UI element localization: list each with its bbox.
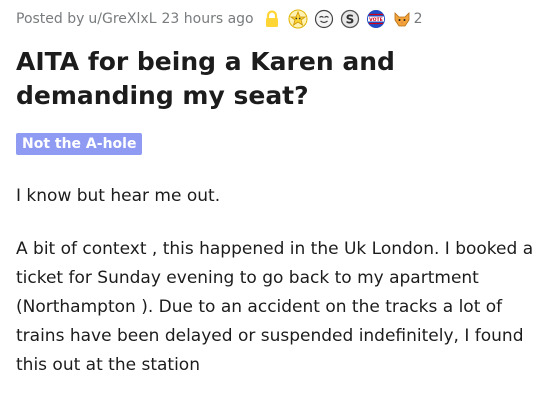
post-timestamp[interactable]: 23 hours ago [162, 11, 254, 27]
post-paragraph: I know but hear me out. [16, 186, 221, 206]
award-count: 2 [413, 11, 423, 27]
svg-text:S: S [345, 13, 354, 27]
post-flair[interactable]: Not the A-hole [16, 133, 143, 155]
cat-award-icon[interactable] [392, 9, 412, 29]
post-paragraph: A bit of context , this happened in the … [16, 239, 534, 375]
awards-row[interactable]: S VOTE 2 [262, 9, 423, 29]
post-meta: Posted by u/GreXlxL 23 hours ago S VOTE … [16, 8, 423, 30]
post-body: I know but hear me out. A bit of context… [16, 182, 546, 404]
helpful-award-icon[interactable] [288, 9, 308, 29]
svg-text:VOTE: VOTE [369, 17, 383, 23]
lock-icon [262, 9, 282, 29]
silver-award-icon[interactable]: S [340, 9, 360, 29]
post-title[interactable]: AITA for being a Karen and demanding my … [16, 45, 546, 113]
posted-by-label: Posted by [16, 11, 85, 27]
wholesome-award-icon[interactable] [314, 9, 334, 29]
vote-award-icon[interactable]: VOTE [366, 9, 386, 29]
author-link[interactable]: u/GreXlxL [88, 11, 156, 27]
